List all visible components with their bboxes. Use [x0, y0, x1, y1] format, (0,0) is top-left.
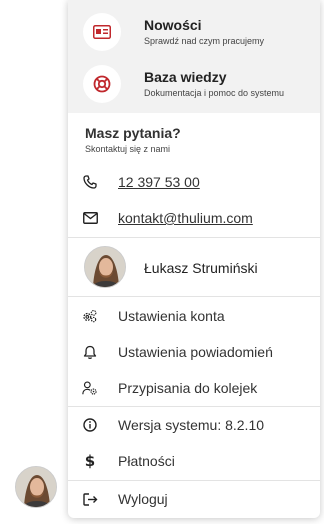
knowledge-base-subtitle: Dokumentacja i pomoc do systemu: [144, 88, 285, 98]
user-profile[interactable]: Łukasz Strumiński: [68, 239, 320, 296]
dollar-icon: $: [84, 452, 96, 470]
news-card-icon: [83, 13, 121, 51]
knowledge-base-item[interactable]: Baza wiedzy Dokumentacja i pomoc do syst…: [68, 59, 320, 109]
news-title: Nowości: [144, 17, 202, 33]
menu-item-label: Ustawienia konta: [118, 308, 225, 324]
user-name: Łukasz Strumiński: [144, 259, 258, 276]
menu-item-label: Płatności: [118, 453, 175, 469]
menu-item-notification-settings[interactable]: Ustawienia powiadomień: [68, 334, 320, 370]
news-subtitle: Sprawdź nad czym pracujemy: [144, 36, 265, 46]
contact-title: Masz pytania?: [85, 125, 181, 141]
menu-item-payments[interactable]: $ Płatności: [68, 443, 320, 479]
menu-item-account-settings[interactable]: Ustawienia konta: [68, 298, 320, 334]
phone-row: 12 397 53 00: [68, 164, 320, 200]
bell-icon: [82, 344, 98, 360]
phone-icon: [82, 174, 98, 190]
email-link[interactable]: kontakt@thulium.com: [118, 210, 253, 226]
knowledge-base-title: Baza wiedzy: [144, 69, 227, 85]
contact-subtitle: Skontaktuj się z nami: [85, 144, 171, 154]
menu-item-logout[interactable]: Wyloguj: [68, 481, 320, 517]
menu-highlights: Nowości Sprawdź nad czym pracujemy Baza …: [68, 0, 320, 113]
lifebuoy-icon: [83, 65, 121, 103]
menu-item-label: Wersja systemu: 8.2.10: [118, 417, 265, 433]
divider: [68, 296, 320, 297]
info-icon: [82, 417, 98, 433]
gears-icon: [82, 308, 98, 324]
divider: [68, 237, 320, 238]
menu-item-label: Wyloguj: [118, 491, 168, 507]
user-menu-panel: Nowości Sprawdź nad czym pracujemy Baza …: [68, 0, 320, 518]
avatar: [84, 246, 126, 288]
menu-item-system-version: Wersja systemu: 8.2.10: [68, 407, 320, 443]
menu-item-label: Ustawienia powiadomień: [118, 344, 273, 360]
phone-link[interactable]: 12 397 53 00: [118, 174, 200, 190]
logout-icon: [82, 491, 98, 507]
news-item[interactable]: Nowości Sprawdź nad czym pracujemy: [68, 7, 320, 57]
user-settings-icon: [82, 380, 98, 396]
menu-item-label: Przypisania do kolejek: [118, 380, 258, 396]
menu-item-queue-assignments[interactable]: Przypisania do kolejek: [68, 370, 320, 406]
envelope-icon: [82, 210, 98, 226]
avatar-button[interactable]: [15, 466, 57, 508]
email-row: kontakt@thulium.com: [68, 200, 320, 236]
contact-header: Masz pytania? Skontaktuj się z nami: [85, 125, 181, 154]
